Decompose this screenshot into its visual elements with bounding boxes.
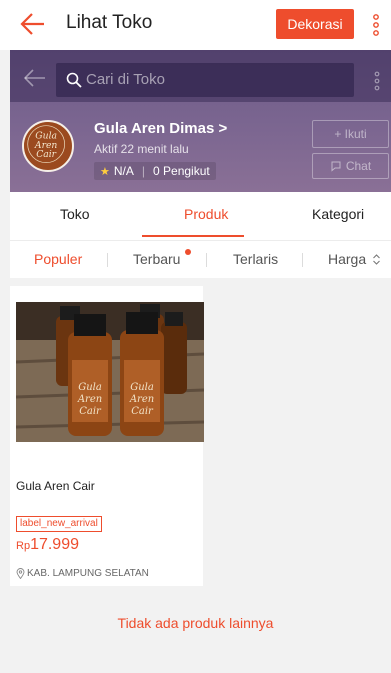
shop-rating-row: ★ N/A | 0 Pengikut	[94, 162, 216, 180]
sort-terlaris[interactable]: Terlaris	[233, 251, 278, 267]
tab-produk[interactable]: Produk	[184, 206, 228, 222]
price-currency: Rp	[16, 540, 31, 552]
shop-tabs: Toko Produk Kategori	[10, 192, 391, 240]
more-vertical-icon[interactable]	[372, 70, 382, 92]
new-arrival-badge: label_new_arrival	[16, 516, 102, 532]
search-placeholder: Cari di Toko	[86, 71, 165, 88]
location-pin-icon	[16, 568, 25, 579]
rating-divider: |	[141, 164, 146, 178]
location-text: KAB. LAMPUNG SELATAN	[27, 568, 149, 579]
sort-populer[interactable]: Populer	[34, 251, 82, 267]
active-tab-indicator	[142, 235, 244, 237]
svg-text:Cair: Cair	[79, 406, 102, 417]
sort-divider	[302, 253, 303, 267]
svg-text:Gula: Gula	[130, 382, 154, 393]
end-of-list-message: Tidak ada produk lainnya	[117, 615, 274, 631]
svg-text:Gula: Gula	[78, 382, 102, 393]
sort-harga[interactable]: Harga	[328, 251, 381, 267]
shop-followers: 0 Pengikut	[153, 164, 210, 178]
shop-logo[interactable]: Gula Aren Cair	[22, 120, 74, 172]
search-icon	[66, 72, 82, 88]
product-location: KAB. LAMPUNG SELATAN	[16, 568, 149, 579]
svg-text:Cair: Cair	[131, 406, 154, 417]
svg-text:Aren: Aren	[129, 394, 154, 405]
more-vertical-icon[interactable]	[370, 13, 382, 37]
follow-button[interactable]: + Ikuti	[312, 120, 389, 148]
shop-name-text: Gula Aren Dimas	[94, 120, 215, 137]
sort-terbaru[interactable]: Terbaru	[133, 251, 180, 267]
shop-logo-graphic: Gula Aren Cair	[24, 122, 69, 167]
shop-active-status: Aktif 22 menit lalu	[94, 142, 189, 156]
chevron-right-icon: >	[218, 120, 228, 137]
svg-text:Aren: Aren	[77, 394, 102, 405]
top-app-bar: Lihat Toko Dekorasi	[0, 0, 391, 50]
shop-search-input[interactable]: Cari di Toko	[56, 63, 354, 97]
tab-toko[interactable]: Toko	[60, 206, 90, 222]
price-value: 17.999	[30, 536, 79, 553]
new-indicator-dot	[185, 249, 191, 255]
sort-updown-icon	[373, 254, 380, 265]
shop-name[interactable]: Gula Aren Dimas >	[94, 120, 227, 137]
page-title: Lihat Toko	[66, 12, 153, 33]
product-image[interactable]: Gula Aren Cair Gula Aren Cair	[16, 302, 204, 442]
svg-text:Cair: Cair	[36, 149, 56, 160]
star-icon: ★	[100, 165, 110, 178]
arrow-left-icon[interactable]	[20, 12, 46, 36]
dekorasi-button[interactable]: Dekorasi	[276, 9, 354, 39]
tab-kategori[interactable]: Kategori	[312, 206, 364, 222]
chat-bubble-icon	[331, 161, 341, 172]
chat-button[interactable]: Chat	[312, 153, 389, 179]
shop-rating: N/A	[113, 164, 134, 178]
shop-search-row: Cari di Toko	[10, 50, 391, 102]
sort-bar: Populer Terbaru Terlaris Harga	[10, 240, 391, 278]
arrow-left-icon[interactable]	[24, 69, 46, 87]
sort-divider	[206, 253, 207, 267]
product-photo: Gula Aren Cair Gula Aren Cair	[16, 302, 204, 442]
sort-harga-label: Harga	[328, 251, 367, 267]
chat-label: Chat	[345, 159, 372, 173]
shop-header: Cari di Toko Gula Aren Cair Gula Aren Di…	[10, 50, 391, 192]
product-price: Rp17.999	[16, 536, 79, 554]
product-name[interactable]: Gula Aren Cair	[16, 479, 95, 493]
sort-divider	[107, 253, 108, 267]
